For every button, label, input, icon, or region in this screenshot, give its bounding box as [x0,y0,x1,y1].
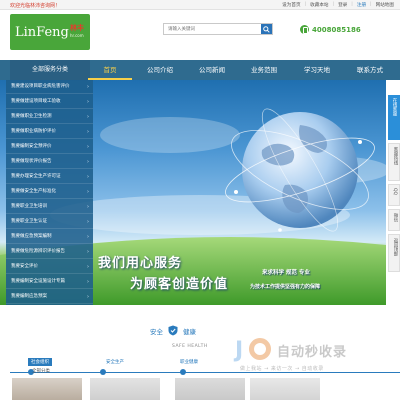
wechat-button[interactable]: 微信 [388,209,400,231]
side-menu-item[interactable]: 我要做建设项目竣工验收 › [6,95,93,109]
logo-domain-text: hr.com [70,33,84,38]
side-menu-item[interactable]: 我要办理安全生产许可证 › [6,170,93,184]
chevron-right-icon: › [87,129,89,135]
all-categories-link[interactable]: 全部分类 [32,368,50,374]
tab-social-organization[interactable]: 社会组织 [28,358,52,366]
tab-occupational-health[interactable]: 职业健康 [180,359,198,365]
nav-item-news[interactable]: 公司新闻 [190,60,234,80]
nav-item-learning[interactable]: 学习天地 [295,60,339,80]
set-homepage-link[interactable]: 设为首页 [282,2,300,8]
side-menu-item[interactable]: 我要做应急预案编制 › [6,230,93,244]
chevron-right-icon: › [87,279,89,285]
chevron-right-icon: › [87,99,89,105]
hero-motto-line1: 来求科学 规范 专业 [262,270,310,276]
chevron-right-icon: › [87,84,89,90]
side-menu-item[interactable]: 我要做安全生产标准化 › [6,185,93,199]
chevron-right-icon: › [87,264,89,270]
watermark-title: 自动秒收录 [277,345,348,360]
divider: | [351,2,353,7]
section-title-health: 健康 [183,327,196,336]
chevron-right-icon: › [87,234,89,240]
sitemap-link[interactable]: 网站地图 [376,2,394,8]
floating-service-bar: 在线客服 客服热线 QQ 微信 返回顶部 [388,95,400,295]
case-photo[interactable] [12,378,82,400]
online-service-label: 在线客服 [392,98,397,116]
online-service-button[interactable]: 在线客服 [388,95,400,140]
logo-cn-text: 林丰 [70,24,84,32]
all-categories-button[interactable]: 全部服务分类 [10,60,90,80]
chevron-right-icon: › [87,159,89,165]
chevron-right-icon: › [87,189,89,195]
search-box [163,23,273,35]
search-button[interactable] [261,24,272,34]
hotline-number: 4008085186 [312,25,361,34]
section-heading: 安全 健康 [150,325,196,336]
hero-motto-line2: 为技术工作提供坚强有力的保障 [250,284,321,290]
case-photo[interactable] [175,378,245,400]
service-category-menu: 我要建设项目职业病危害评价 › 我要做建设项目竣工验收 › 我要做职业卫生检测 › 我… [6,80,93,305]
side-menu-item[interactable]: 我要安全评价 › [6,260,93,274]
nav-item-home[interactable]: 首页 [88,60,132,80]
side-menu-item[interactable]: 我要职业卫生培训 › [6,200,93,214]
phone-icon [300,25,309,34]
chevron-right-icon: › [87,249,89,255]
side-menu-item[interactable]: 我要做危险源辨识评价报告 › [6,245,93,259]
logo-latin-text: LinFeng [15,25,69,40]
timeline-dot[interactable] [180,369,186,375]
case-photo[interactable] [250,378,320,400]
watermark-ring-icon [249,338,271,360]
chevron-right-icon: › [87,174,89,180]
chevron-right-icon: › [87,114,89,120]
search-icon [263,25,270,33]
qq-button[interactable]: QQ [388,184,400,206]
hotline-button[interactable]: 客服热线 [388,143,400,181]
side-menu-item[interactable]: 我要做职业卫生检测 › [6,110,93,124]
divider: | [332,2,335,7]
section-subtitle: SAFE HEALTH [172,344,208,349]
divider: | [304,2,307,7]
chevron-right-icon: › [87,204,89,210]
nav-item-contact[interactable]: 联系方式 [348,60,392,80]
main-nav: 全部服务分类 首页 公司介绍 公司新闻 业务范围 学习天地 联系方式 [0,60,400,80]
shield-icon [168,325,178,336]
side-menu-item[interactable]: 我要建设项目职业病危害评价 › [6,80,93,94]
welcome-text: 欢迎光临林沛咨询网！ [10,3,61,9]
bookmark-link[interactable]: 收藏本站 [310,2,328,8]
register-link[interactable]: 注册 [357,2,366,8]
section-title-safety: 安全 [150,327,163,336]
nav-item-about[interactable]: 公司介绍 [138,60,182,80]
watermark-subtitle: 做上我站 → 来访一次 → 自动收录 [240,366,324,372]
tab-safety-production[interactable]: 安全生产 [106,359,124,365]
chevron-right-icon: › [87,294,89,300]
timeline-dot[interactable] [100,369,106,375]
site-logo[interactable]: LinFeng 林丰 hr.com [10,14,90,50]
nav-item-services[interactable]: 业务范围 [242,60,286,80]
hero-slogan-line1: 我们用心服务 [98,256,183,271]
side-menu-item[interactable]: 我要职业卫生认证 › [6,215,93,229]
hero-slogan-line2: 为顾客创造价值 [130,277,229,292]
case-photo[interactable] [90,378,160,400]
watermark: J 自动秒收录 做上我站 → 来访一次 → 自动收录 [235,338,385,378]
divider: | [370,2,372,7]
top-bar: 欢迎光临林沛咨询网！ 设为首页 | 收藏本站 | 登录 | 注册 | 网站地图 [0,0,400,10]
top-links: 设为首页 | 收藏本站 | 登录 | 注册 | 网站地图 [282,2,394,8]
hotline: 4008085186 [300,25,361,34]
side-menu-item[interactable]: 我要编制安全预评价 › [6,140,93,154]
login-link[interactable]: 登录 [338,2,347,8]
side-menu-item[interactable]: 我要编制应急预案 › [6,290,93,304]
chevron-right-icon: › [87,144,89,150]
back-to-top-button[interactable]: 返回顶部 [388,234,400,272]
chevron-right-icon: › [87,219,89,225]
watermark-logo-icon: J [235,338,244,363]
side-menu-item[interactable]: 我要编制安全设施设计专篇 › [6,275,93,289]
side-menu-item[interactable]: 我要做职业病防护评价 › [6,125,93,139]
side-menu-item[interactable]: 我要做现状评价报告 › [6,155,93,169]
search-input[interactable] [166,25,260,34]
